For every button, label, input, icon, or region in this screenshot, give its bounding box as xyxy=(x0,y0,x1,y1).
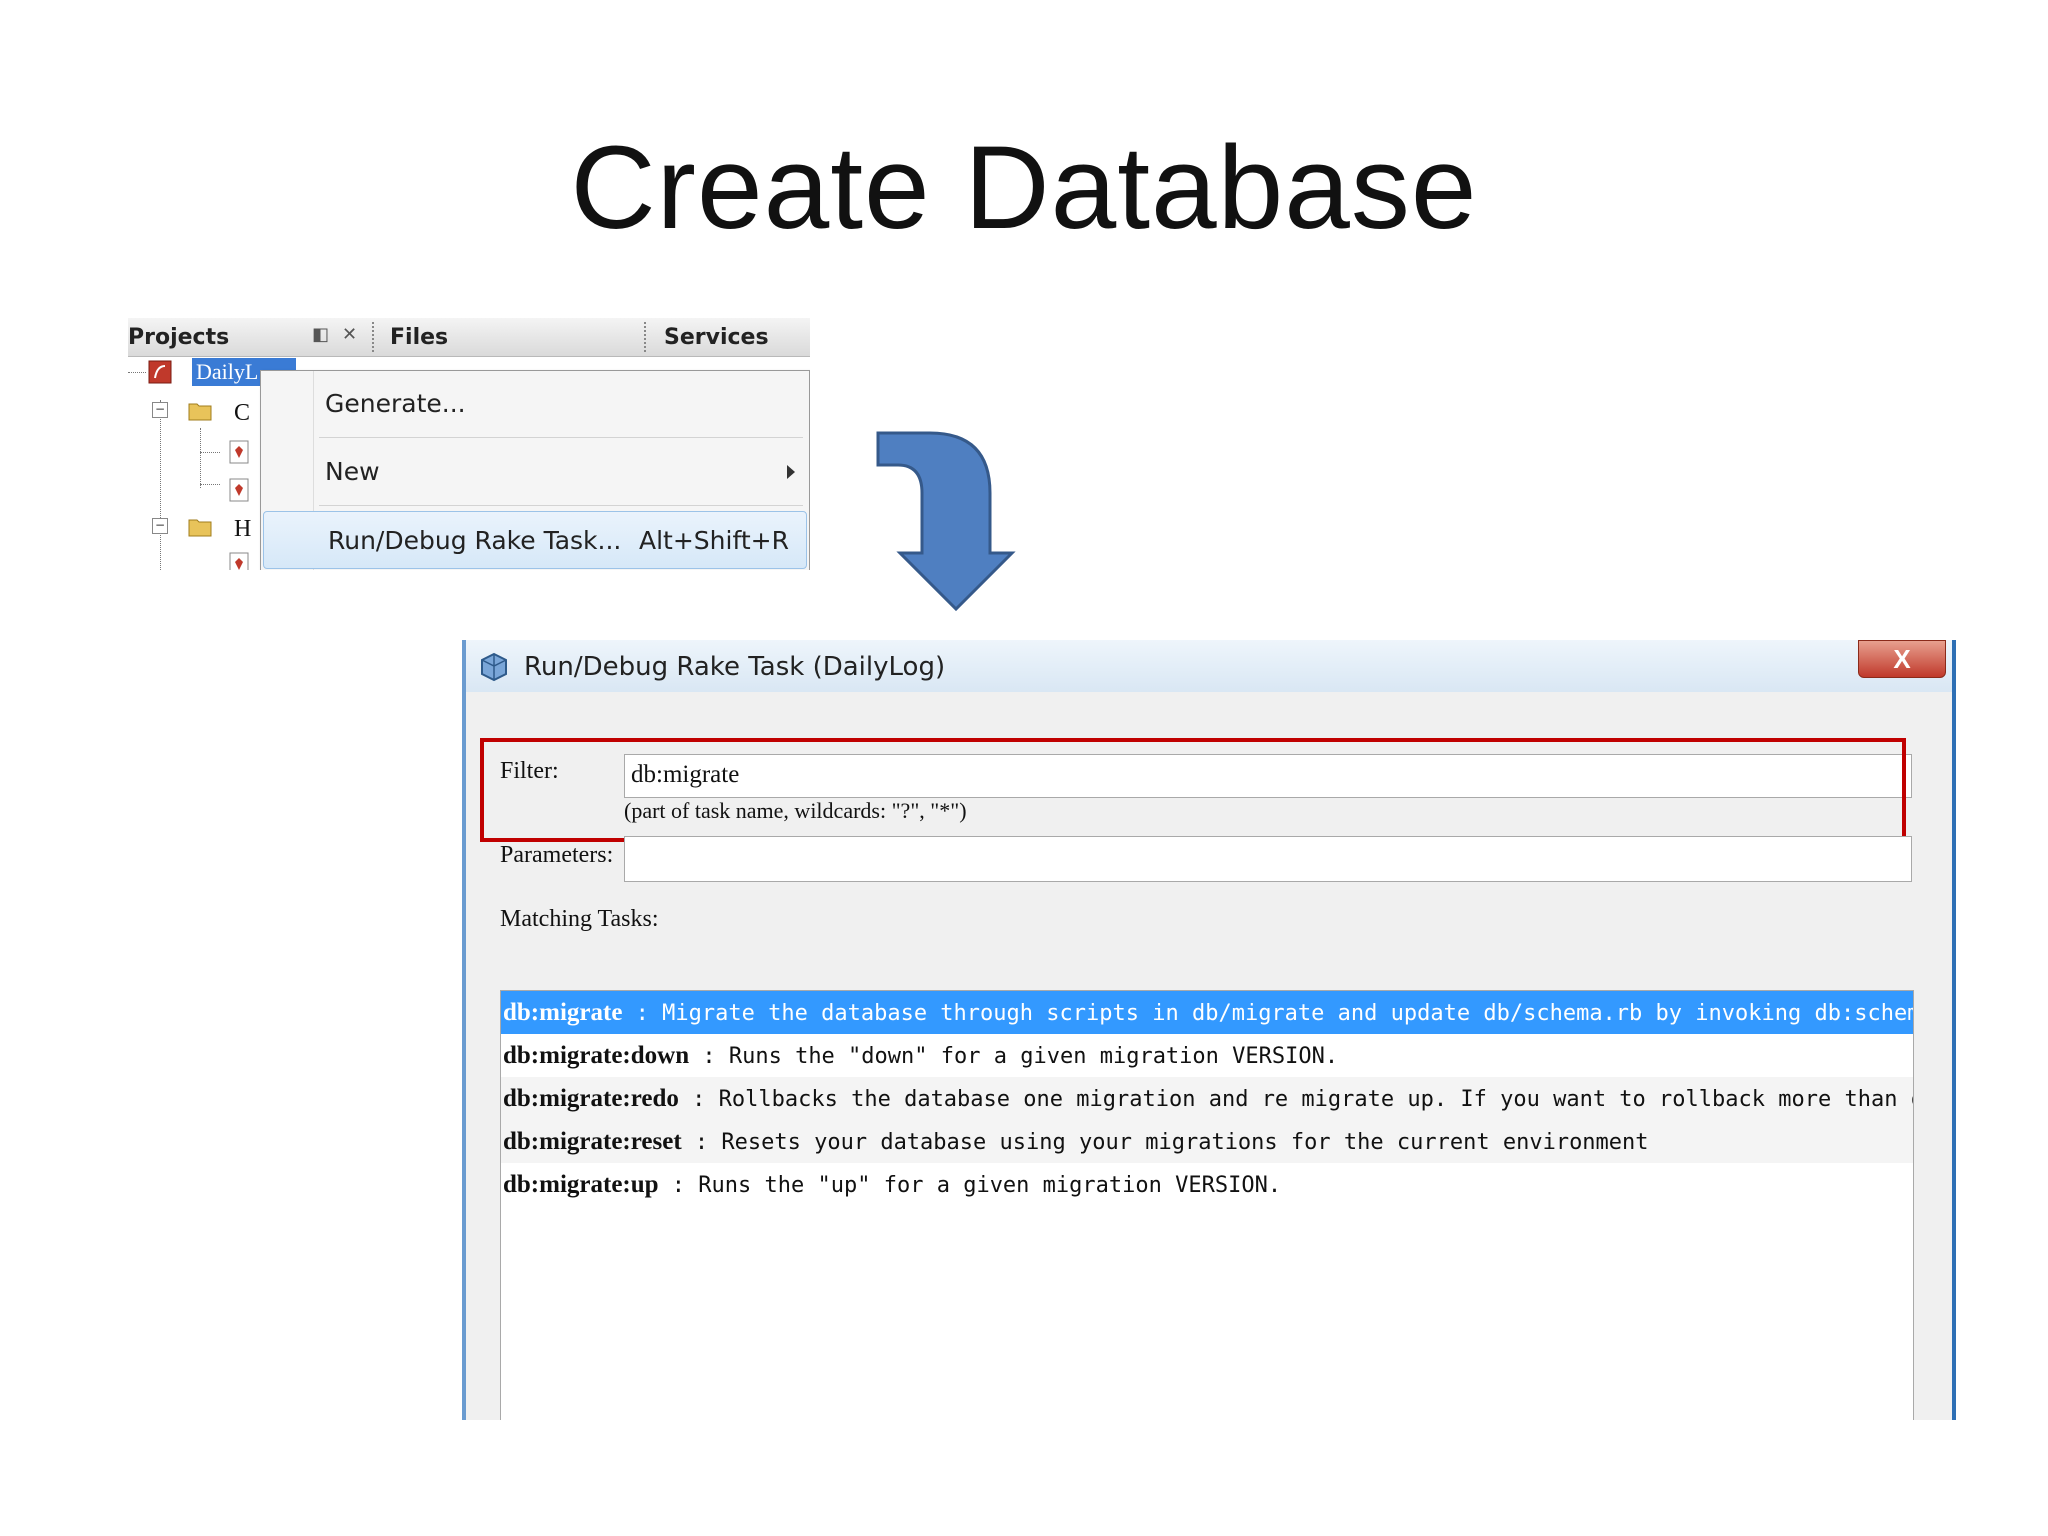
menu-item-run-debug-rake-task[interactable]: Run/Debug Rake Task... Alt+Shift+R xyxy=(263,511,807,569)
task-desc: : Rollbacks the database one migration a… xyxy=(678,1087,1914,1112)
netbeans-cube-icon xyxy=(481,652,507,682)
matching-tasks-list[interactable]: db:migrate : Migrate the database throug… xyxy=(500,990,1914,1420)
matching-tasks-label: Matching Tasks: xyxy=(500,906,659,932)
rails-project-icon xyxy=(148,360,172,384)
folder-icon xyxy=(188,519,212,537)
collapse-icon[interactable]: − xyxy=(152,402,168,418)
tree-line xyxy=(200,452,220,453)
ruby-file-icon xyxy=(229,552,249,570)
ide-projects-panel: Projects ◧ ✕ Files Services DailyL − C −… xyxy=(128,318,810,570)
task-name: db:migrate:up xyxy=(503,1171,659,1198)
menu-divider xyxy=(319,437,803,438)
folder-icon xyxy=(188,403,212,421)
menu-item-label: Generate... xyxy=(325,389,466,418)
task-row[interactable]: db:migrate : Migrate the database throug… xyxy=(501,991,1914,1034)
collapse-icon[interactable]: − xyxy=(152,518,168,534)
tree-line xyxy=(200,484,220,485)
tree-line xyxy=(128,372,146,373)
tab-separator xyxy=(644,322,648,352)
folder-label[interactable]: H xyxy=(234,516,251,543)
ruby-file-icon xyxy=(229,478,249,502)
task-row[interactable]: db:migrate:redo : Rollbacks the database… xyxy=(501,1077,1914,1120)
task-row[interactable]: db:migrate:down : Runs the "down" for a … xyxy=(501,1034,1913,1077)
tab-separator xyxy=(372,322,376,352)
tree-line xyxy=(200,428,201,488)
highlight-box xyxy=(480,738,1906,842)
parameters-label: Parameters: xyxy=(500,842,614,868)
minimize-window-icon[interactable]: ◧ xyxy=(312,324,329,345)
task-row[interactable]: db:migrate:reset : Resets your database … xyxy=(501,1120,1913,1163)
close-icon[interactable]: ✕ xyxy=(342,324,357,345)
menu-item-label: Run/Debug Rake Task... xyxy=(328,526,622,555)
panel-tab-bar: Projects ◧ ✕ Files Services xyxy=(128,318,810,357)
close-button[interactable]: X xyxy=(1858,640,1946,678)
dialog-body: Filter: db:migrate (part of task name, w… xyxy=(466,692,1952,1420)
menu-divider xyxy=(319,505,803,506)
task-name: db:migrate:redo xyxy=(503,1085,679,1112)
task-desc: : Runs the "down" for a given migration … xyxy=(689,1044,1339,1069)
flow-arrow-icon xyxy=(876,431,1016,612)
task-name: db:migrate xyxy=(503,999,623,1026)
task-name: db:migrate:reset xyxy=(503,1128,682,1155)
submenu-arrow-icon xyxy=(787,465,795,479)
task-desc: : Migrate the database through scripts i… xyxy=(622,1001,1914,1026)
menu-item-label: New xyxy=(325,457,380,486)
project-tree: DailyL − C − H xyxy=(128,356,296,570)
dialog-title-bar: Run/Debug Rake Task (DailyLog) X xyxy=(466,640,1952,692)
folder-label[interactable]: C xyxy=(234,400,250,427)
parameters-input[interactable] xyxy=(624,836,1912,882)
tab-projects[interactable]: Projects xyxy=(128,318,229,356)
task-name: db:migrate:down xyxy=(503,1042,690,1069)
task-row[interactable]: db:migrate:up : Runs the "up" for a give… xyxy=(501,1163,1913,1206)
tab-files[interactable]: Files xyxy=(390,318,448,356)
dialog-title: Run/Debug Rake Task (DailyLog) xyxy=(524,652,946,682)
menu-item-shortcut: Alt+Shift+R xyxy=(639,526,789,555)
slide-title: Create Database xyxy=(570,122,1478,254)
tab-services[interactable]: Services xyxy=(664,318,769,356)
context-menu: Generate... New Run/Debug Rake Task... A… xyxy=(260,370,810,570)
menu-item-generate[interactable]: Generate... xyxy=(261,373,809,435)
menu-item-new[interactable]: New xyxy=(261,441,809,503)
ruby-file-icon xyxy=(229,440,249,464)
tree-line xyxy=(160,400,161,570)
task-desc: : Runs the "up" for a given migration VE… xyxy=(658,1173,1282,1198)
rake-task-dialog: Run/Debug Rake Task (DailyLog) X Filter:… xyxy=(462,640,1956,1420)
task-desc: : Resets your database using your migrat… xyxy=(681,1130,1649,1155)
